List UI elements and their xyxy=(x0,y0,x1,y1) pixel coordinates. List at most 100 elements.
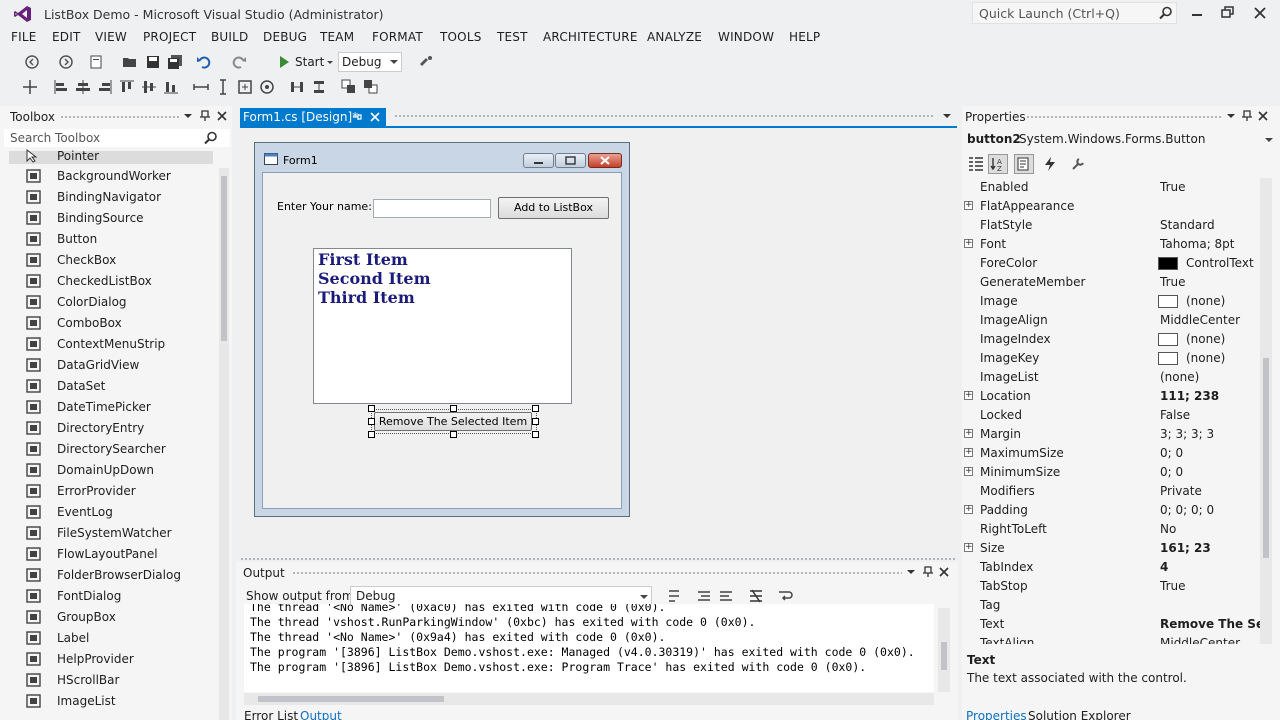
expand-icon[interactable]: + xyxy=(964,429,973,438)
horizontal-spacing-icon[interactable] xyxy=(289,79,305,95)
close-icon[interactable] xyxy=(370,112,380,122)
menu-debug[interactable]: DEBUG xyxy=(263,30,307,44)
property-row-generatemember[interactable]: GenerateMember True xyxy=(962,273,1260,292)
toolbox-item-fontdialog[interactable]: FontDialog xyxy=(0,586,215,607)
toolbox-item-pointer[interactable]: Pointer xyxy=(9,148,213,164)
properties-scrollbar-thumb[interactable] xyxy=(1263,358,1269,558)
property-row-size[interactable]: + Size 161; 23 xyxy=(962,539,1260,558)
size-to-grid-icon[interactable] xyxy=(259,79,275,95)
pin-icon[interactable] xyxy=(199,110,211,122)
align-bottoms-icon[interactable] xyxy=(163,79,179,95)
output-grip[interactable] xyxy=(292,571,902,576)
property-value[interactable]: 161; 23 xyxy=(1160,541,1211,555)
menu-project[interactable]: PROJECT xyxy=(143,30,196,44)
chevron-down-icon[interactable] xyxy=(1226,112,1236,120)
alphabetical-button[interactable]: AZ xyxy=(988,154,1008,174)
toolbox-scrollbar-thumb[interactable] xyxy=(221,176,227,341)
property-value[interactable]: Remove The Sele xyxy=(1160,617,1260,631)
make-same-width-icon[interactable] xyxy=(193,79,209,95)
save-icon[interactable] xyxy=(145,54,161,70)
property-row-tag[interactable]: Tag xyxy=(962,596,1260,615)
toolbox-item-datetimepicker[interactable]: DateTimePicker xyxy=(0,397,215,418)
toolbox-item-checkedlistbox[interactable]: CheckedListBox xyxy=(0,271,215,292)
property-value[interactable]: 0; 0 xyxy=(1160,446,1183,460)
listbox-item[interactable]: First Item xyxy=(318,250,408,269)
property-row-forecolor[interactable]: ForeColor ControlText xyxy=(962,254,1260,273)
output-source-select[interactable]: Debug xyxy=(350,586,652,606)
listbox-item[interactable]: Third Item xyxy=(318,288,415,307)
resize-handle[interactable] xyxy=(532,431,539,438)
toolbox-item-groupbox[interactable]: GroupBox xyxy=(0,607,215,628)
undo-icon[interactable] xyxy=(196,54,212,70)
chevron-down-icon[interactable] xyxy=(906,568,916,576)
property-value[interactable]: No xyxy=(1160,522,1176,536)
new-project-icon[interactable] xyxy=(88,54,104,70)
toolbox-item-checkbox[interactable]: CheckBox xyxy=(0,250,215,271)
align-tops-icon[interactable] xyxy=(119,79,135,95)
expand-icon[interactable]: + xyxy=(964,505,973,514)
make-same-height-icon[interactable] xyxy=(215,79,231,95)
align-lefts-icon[interactable] xyxy=(53,79,69,95)
properties-scrollbar[interactable] xyxy=(1260,178,1272,644)
expand-icon[interactable]: + xyxy=(964,467,973,476)
align-middles-icon[interactable] xyxy=(141,79,157,95)
menu-view[interactable]: VIEW xyxy=(95,30,127,44)
toolbox-item-bindingsource[interactable]: BindingSource xyxy=(0,208,215,229)
property-row-tabstop[interactable]: TabStop True xyxy=(962,577,1260,596)
toolbox-item-backgroundworker[interactable]: BackgroundWorker xyxy=(0,166,215,187)
resize-handle[interactable] xyxy=(368,431,375,438)
chevron-down-icon[interactable] xyxy=(183,112,193,120)
property-row-location[interactable]: + Location 111; 238 xyxy=(962,387,1260,406)
toolbox-item-errorprovider[interactable]: ErrorProvider xyxy=(0,481,215,502)
property-value[interactable]: ControlText xyxy=(1186,256,1254,270)
toolbox-item-imagelist[interactable]: ImageList xyxy=(0,691,215,712)
property-row-imagealign[interactable]: ImageAlign MiddleCenter xyxy=(962,311,1260,330)
tab-form1-design[interactable]: Form1.cs [Design]* xyxy=(240,108,386,126)
align-rights-icon[interactable] xyxy=(97,79,113,95)
toolbox-search-input[interactable]: Search Toolbox xyxy=(4,129,230,147)
property-row-minimumsize[interactable]: + MinimumSize 0; 0 xyxy=(962,463,1260,482)
listbox-item[interactable]: Second Item xyxy=(318,269,431,288)
expand-icon[interactable]: + xyxy=(964,201,973,210)
close-icon[interactable] xyxy=(938,566,950,578)
previous-message-icon[interactable] xyxy=(696,588,712,604)
menu-format[interactable]: FORMAT xyxy=(372,30,423,44)
quick-launch-input[interactable]: Quick Launch (Ctrl+Q) xyxy=(972,2,1177,24)
menu-tools[interactable]: TOOLS xyxy=(440,30,482,44)
properties-view-button[interactable] xyxy=(1014,154,1034,174)
events-icon[interactable] xyxy=(1042,156,1058,172)
output-horizontal-scrollbar[interactable] xyxy=(244,693,934,705)
toolbox-item-datagridview[interactable]: DataGridView xyxy=(0,355,215,376)
property-row-flatappearance[interactable]: + FlatAppearance xyxy=(962,197,1260,216)
property-value[interactable]: (none) xyxy=(1160,370,1199,384)
property-value[interactable]: 111; 238 xyxy=(1160,389,1219,403)
property-value[interactable]: 0; 0; 0; 0 xyxy=(1160,503,1214,517)
toolbox-item-filesystemwatcher[interactable]: FileSystemWatcher xyxy=(0,523,215,544)
expand-icon[interactable]: + xyxy=(964,543,973,552)
pin-icon[interactable] xyxy=(922,566,934,578)
open-file-icon[interactable] xyxy=(122,54,138,70)
menu-architecture[interactable]: ARCHITECTURE xyxy=(543,30,638,44)
start-button-label[interactable]: Start xyxy=(295,55,324,69)
restore-icon[interactable] xyxy=(1218,5,1238,21)
bring-to-front-icon[interactable] xyxy=(341,79,357,95)
property-value[interactable]: 0; 0 xyxy=(1160,465,1183,479)
toolbox-item-contextmenustrip[interactable]: ContextMenuStrip xyxy=(0,334,215,355)
property-value[interactable]: True xyxy=(1160,180,1186,194)
start-dropdown-icon[interactable] xyxy=(322,54,338,70)
property-row-maximumsize[interactable]: + MaximumSize 0; 0 xyxy=(962,444,1260,463)
toolbox-item-directoryentry[interactable]: DirectoryEntry xyxy=(0,418,215,439)
expand-icon[interactable]: + xyxy=(964,391,973,400)
vertical-spacing-icon[interactable] xyxy=(311,79,327,95)
output-scrollbar-thumb[interactable] xyxy=(941,642,947,670)
property-value[interactable]: True xyxy=(1160,275,1186,289)
resize-handle[interactable] xyxy=(450,405,457,412)
resize-handle[interactable] xyxy=(368,418,375,425)
output-text-area[interactable]: The thread '<No Name>' (0xac0) has exite… xyxy=(244,604,934,692)
toolbox-grip[interactable] xyxy=(60,115,180,120)
align-centers-icon[interactable] xyxy=(75,79,91,95)
property-value[interactable]: (none) xyxy=(1186,294,1225,308)
property-row-enabled[interactable]: Enabled True xyxy=(962,178,1260,197)
object-selector[interactable]: button2 System.Windows.Forms.Button xyxy=(964,130,1278,148)
listbox[interactable]: First Item Second Item Third Item xyxy=(313,248,572,404)
